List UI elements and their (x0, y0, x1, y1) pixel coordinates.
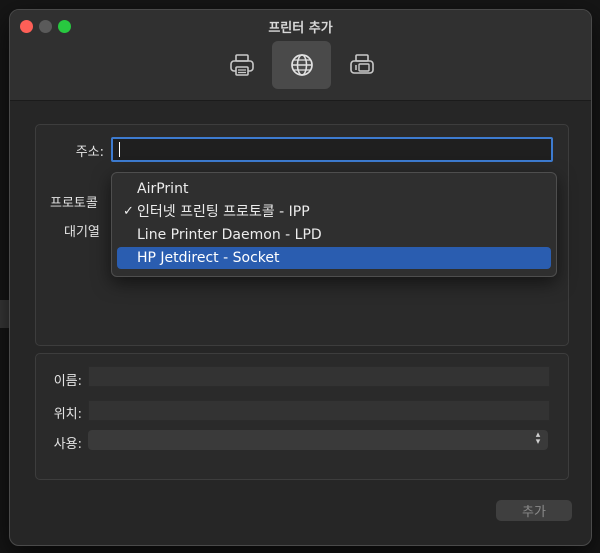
toolbar-default-printer[interactable] (212, 41, 271, 89)
toolbar-ip-printer[interactable] (272, 41, 331, 89)
menu-item-airprint[interactable]: AirPrint (117, 178, 551, 200)
menu-item-label: 인터넷 프린팅 프로토콜 - IPP (137, 204, 310, 220)
text-caret (119, 142, 120, 157)
name-field[interactable] (88, 366, 550, 387)
up-down-chevron-icon: ▴ ▾ (535, 430, 541, 447)
add-button[interactable]: 추가 (496, 500, 572, 521)
protocol-label: 프로토콜 (50, 196, 98, 211)
checkmark-icon: ✓ (123, 204, 134, 219)
fax-printer-icon (349, 54, 374, 74)
add-printer-window: 프린터 추가 주소: 프로토콜 대기열 이름: 위치: 사용: ▴ ▾ 추가 A… (9, 9, 592, 546)
location-label: 위치: (53, 407, 82, 422)
location-field[interactable] (88, 400, 550, 421)
toolbar-windows-printer[interactable] (332, 41, 391, 89)
menu-item-ipp[interactable]: ✓ 인터넷 프린팅 프로토콜 - IPP (117, 201, 551, 223)
menu-item-label: Line Printer Daemon - LPD (137, 227, 322, 243)
menu-item-lpd[interactable]: Line Printer Daemon - LPD (117, 224, 551, 246)
address-label: 주소: (75, 145, 104, 160)
window-title: 프린터 추가 (268, 21, 333, 36)
use-select[interactable]: ▴ ▾ (88, 430, 548, 450)
titlebar: 프린터 추가 (10, 10, 591, 101)
printer-icon (229, 54, 254, 76)
use-label: 사용: (53, 437, 82, 452)
queue-label: 대기열 (64, 225, 100, 240)
address-input[interactable] (111, 137, 553, 162)
menu-item-label: AirPrint (137, 181, 189, 197)
menu-item-hp-jetdirect[interactable]: HP Jetdirect - Socket (117, 247, 551, 269)
name-label: 이름: (53, 374, 82, 389)
globe-icon (290, 54, 313, 76)
menu-item-label: HP Jetdirect - Socket (137, 250, 280, 266)
protocol-menu: AirPrint ✓ 인터넷 프린팅 프로토콜 - IPP Line Print… (111, 172, 557, 277)
